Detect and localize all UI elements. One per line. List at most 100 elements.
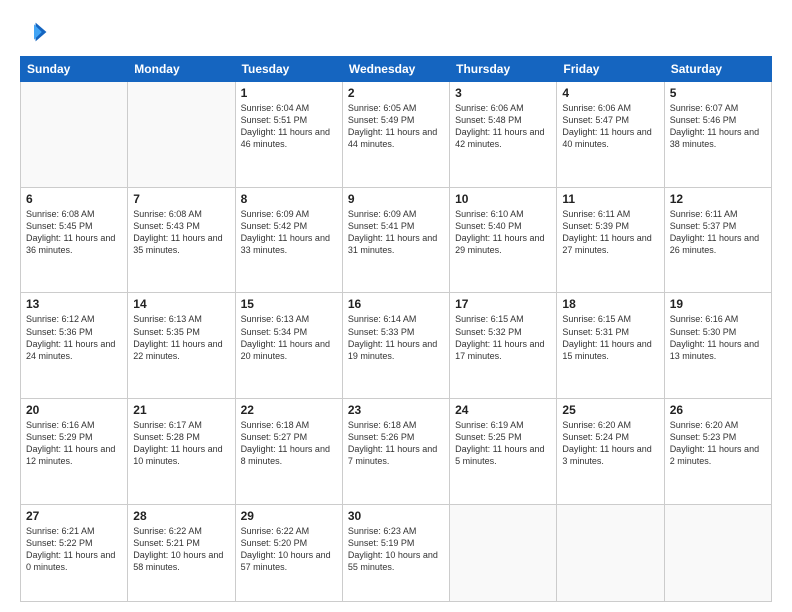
- day-info: Sunrise: 6:22 AM Sunset: 5:21 PM Dayligh…: [133, 525, 229, 574]
- calendar-cell: 12 Sunrise: 6:11 AM Sunset: 5:37 PM Dayli…: [664, 187, 771, 293]
- calendar-cell: [557, 504, 664, 601]
- calendar-cell: 2 Sunrise: 6:05 AM Sunset: 5:49 PM Daylig…: [342, 82, 449, 188]
- day-number: 24: [455, 403, 551, 417]
- logo: [20, 18, 52, 46]
- calendar-cell: 26Sunrise: 6:20 AM Sunset: 5:23 PM Dayli…: [664, 399, 771, 505]
- day-number: 25: [562, 403, 658, 417]
- calendar-cell: 30 Sunrise: 6:23 AM Sunset: 5:19 PM Dayli…: [342, 504, 449, 601]
- day-number: 11: [562, 192, 658, 206]
- day-info: Sunrise: 6:21 AM Sunset: 5:22 PM Dayligh…: [26, 525, 122, 574]
- day-info: Sunrise: 6:16 AM Sunset: 5:30 PM Dayligh…: [670, 313, 766, 362]
- weekday-header-row: SundayMondayTuesdayWednesdayThursdayFrid…: [21, 57, 772, 82]
- weekday-header-friday: Friday: [557, 57, 664, 82]
- day-info: Sunrise: 6:17 AM Sunset: 5:28 PM Dayligh…: [133, 419, 229, 468]
- day-info: Sunrise: 6:11 AM Sunset: 5:39 PM Dayligh…: [562, 208, 658, 257]
- calendar-cell: 16 Sunrise: 6:14 AM Sunset: 5:33 PM Dayli…: [342, 293, 449, 399]
- day-number: 1: [241, 86, 337, 100]
- day-number: 29: [241, 509, 337, 523]
- calendar-cell: 23 Sunrise: 6:18 AM Sunset: 5:26 PM Dayli…: [342, 399, 449, 505]
- day-number: 10: [455, 192, 551, 206]
- day-info: Sunrise: 6:09 AM Sunset: 5:42 PM Dayligh…: [241, 208, 337, 257]
- day-info: Sunrise: 6:13 AM Sunset: 5:35 PM Dayligh…: [133, 313, 229, 362]
- calendar-cell: 18 Sunrise: 6:15 AM Sunset: 5:31 PM Dayli…: [557, 293, 664, 399]
- day-info: Sunrise: 6:19 AM Sunset: 5:25 PM Dayligh…: [455, 419, 551, 468]
- day-info: Sunrise: 6:05 AM Sunset: 5:49 PM Dayligh…: [348, 102, 444, 151]
- day-info: Sunrise: 6:23 AM Sunset: 5:19 PM Dayligh…: [348, 525, 444, 574]
- day-info: Sunrise: 6:07 AM Sunset: 5:46 PM Dayligh…: [670, 102, 766, 151]
- day-number: 30: [348, 509, 444, 523]
- calendar-cell: 11 Sunrise: 6:11 AM Sunset: 5:39 PM Dayli…: [557, 187, 664, 293]
- week-row-1: 1 Sunrise: 6:04 AM Sunset: 5:51 PM Daylig…: [21, 82, 772, 188]
- calendar-cell: 7 Sunrise: 6:08 AM Sunset: 5:43 PM Daylig…: [128, 187, 235, 293]
- day-info: Sunrise: 6:08 AM Sunset: 5:45 PM Dayligh…: [26, 208, 122, 257]
- calendar-cell: 10 Sunrise: 6:10 AM Sunset: 5:40 PM Dayli…: [450, 187, 557, 293]
- calendar-cell: 5 Sunrise: 6:07 AM Sunset: 5:46 PM Daylig…: [664, 82, 771, 188]
- day-number: 7: [133, 192, 229, 206]
- day-number: 12: [670, 192, 766, 206]
- calendar-cell: 28 Sunrise: 6:22 AM Sunset: 5:21 PM Dayli…: [128, 504, 235, 601]
- day-number: 26: [670, 403, 766, 417]
- day-number: 22: [241, 403, 337, 417]
- day-number: 18: [562, 297, 658, 311]
- day-info: Sunrise: 6:12 AM Sunset: 5:36 PM Dayligh…: [26, 313, 122, 362]
- day-number: 28: [133, 509, 229, 523]
- day-info: Sunrise: 6:18 AM Sunset: 5:27 PM Dayligh…: [241, 419, 337, 468]
- day-number: 23: [348, 403, 444, 417]
- calendar-cell: 3 Sunrise: 6:06 AM Sunset: 5:48 PM Daylig…: [450, 82, 557, 188]
- day-info: Sunrise: 6:20 AM Sunset: 5:24 PM Dayligh…: [562, 419, 658, 468]
- weekday-header-tuesday: Tuesday: [235, 57, 342, 82]
- calendar-cell: 4 Sunrise: 6:06 AM Sunset: 5:47 PM Daylig…: [557, 82, 664, 188]
- header: [20, 18, 772, 46]
- day-info: Sunrise: 6:15 AM Sunset: 5:32 PM Dayligh…: [455, 313, 551, 362]
- day-number: 14: [133, 297, 229, 311]
- day-info: Sunrise: 6:08 AM Sunset: 5:43 PM Dayligh…: [133, 208, 229, 257]
- weekday-header-sunday: Sunday: [21, 57, 128, 82]
- day-number: 20: [26, 403, 122, 417]
- day-number: 19: [670, 297, 766, 311]
- calendar-cell: 13 Sunrise: 6:12 AM Sunset: 5:36 PM Dayli…: [21, 293, 128, 399]
- day-info: Sunrise: 6:06 AM Sunset: 5:47 PM Dayligh…: [562, 102, 658, 151]
- day-number: 2: [348, 86, 444, 100]
- day-number: 5: [670, 86, 766, 100]
- day-info: Sunrise: 6:10 AM Sunset: 5:40 PM Dayligh…: [455, 208, 551, 257]
- day-number: 3: [455, 86, 551, 100]
- week-row-2: 6Sunrise: 6:08 AM Sunset: 5:45 PM Daylig…: [21, 187, 772, 293]
- calendar-cell: 24 Sunrise: 6:19 AM Sunset: 5:25 PM Dayli…: [450, 399, 557, 505]
- calendar-cell: 15Sunrise: 6:13 AM Sunset: 5:34 PM Dayli…: [235, 293, 342, 399]
- calendar-cell: 6Sunrise: 6:08 AM Sunset: 5:45 PM Daylig…: [21, 187, 128, 293]
- calendar-table: SundayMondayTuesdayWednesdayThursdayFrid…: [20, 56, 772, 602]
- calendar-cell: 19 Sunrise: 6:16 AM Sunset: 5:30 PM Dayli…: [664, 293, 771, 399]
- day-info: Sunrise: 6:14 AM Sunset: 5:33 PM Dayligh…: [348, 313, 444, 362]
- calendar-cell: [664, 504, 771, 601]
- day-info: Sunrise: 6:11 AM Sunset: 5:37 PM Dayligh…: [670, 208, 766, 257]
- calendar-cell: 8 Sunrise: 6:09 AM Sunset: 5:42 PM Daylig…: [235, 187, 342, 293]
- day-number: 21: [133, 403, 229, 417]
- calendar-cell: 20Sunrise: 6:16 AM Sunset: 5:29 PM Dayli…: [21, 399, 128, 505]
- weekday-header-monday: Monday: [128, 57, 235, 82]
- calendar-cell: 29 Sunrise: 6:22 AM Sunset: 5:20 PM Dayli…: [235, 504, 342, 601]
- logo-icon: [20, 18, 48, 46]
- calendar-cell: 21 Sunrise: 6:17 AM Sunset: 5:28 PM Dayli…: [128, 399, 235, 505]
- page: SundayMondayTuesdayWednesdayThursdayFrid…: [0, 0, 792, 612]
- day-info: Sunrise: 6:09 AM Sunset: 5:41 PM Dayligh…: [348, 208, 444, 257]
- calendar-cell: [450, 504, 557, 601]
- day-info: Sunrise: 6:18 AM Sunset: 5:26 PM Dayligh…: [348, 419, 444, 468]
- day-number: 27: [26, 509, 122, 523]
- calendar-cell: 27 Sunrise: 6:21 AM Sunset: 5:22 PM Dayli…: [21, 504, 128, 601]
- day-number: 9: [348, 192, 444, 206]
- day-number: 17: [455, 297, 551, 311]
- day-number: 16: [348, 297, 444, 311]
- day-number: 13: [26, 297, 122, 311]
- day-info: Sunrise: 6:04 AM Sunset: 5:51 PM Dayligh…: [241, 102, 337, 151]
- day-number: 8: [241, 192, 337, 206]
- calendar-cell: 25 Sunrise: 6:20 AM Sunset: 5:24 PM Dayli…: [557, 399, 664, 505]
- day-info: Sunrise: 6:06 AM Sunset: 5:48 PM Dayligh…: [455, 102, 551, 151]
- day-number: 4: [562, 86, 658, 100]
- calendar-cell: [128, 82, 235, 188]
- calendar-cell: 22 Sunrise: 6:18 AM Sunset: 5:27 PM Dayli…: [235, 399, 342, 505]
- day-number: 15: [241, 297, 337, 311]
- day-info: Sunrise: 6:15 AM Sunset: 5:31 PM Dayligh…: [562, 313, 658, 362]
- week-row-3: 13 Sunrise: 6:12 AM Sunset: 5:36 PM Dayli…: [21, 293, 772, 399]
- day-info: Sunrise: 6:22 AM Sunset: 5:20 PM Dayligh…: [241, 525, 337, 574]
- week-row-5: 27 Sunrise: 6:21 AM Sunset: 5:22 PM Dayli…: [21, 504, 772, 601]
